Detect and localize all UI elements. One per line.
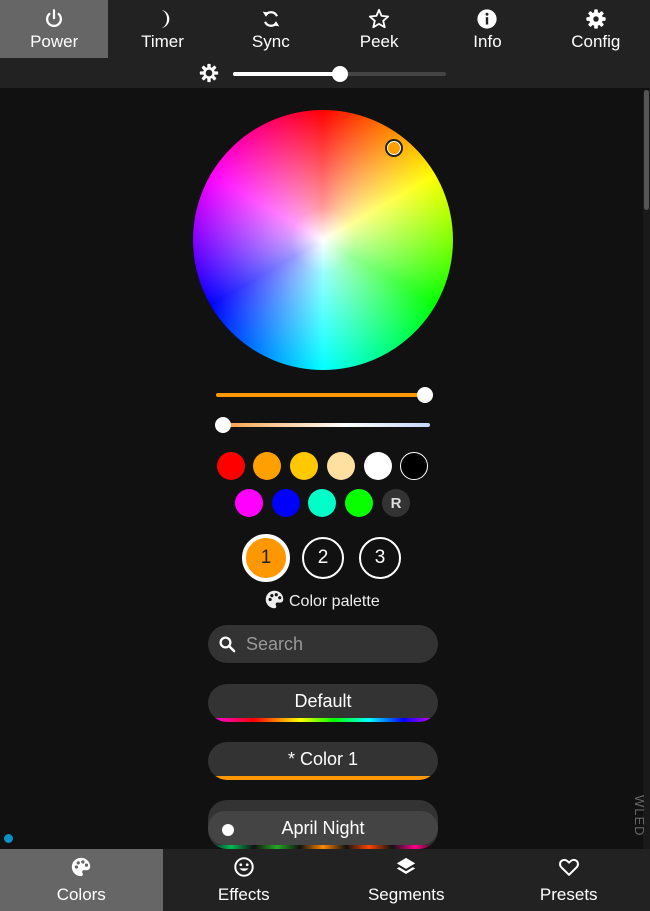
palette-search[interactable]	[208, 625, 438, 663]
palette-item-name: Default	[294, 690, 352, 711]
peek-label: Peek	[359, 31, 399, 51]
top-nav: Power Timer Sync Peek Info Config	[0, 0, 650, 58]
tab-segments-label: Segments	[367, 884, 445, 904]
smiley-icon	[233, 856, 255, 883]
info-icon	[476, 7, 498, 31]
peek-button[interactable]: Peek	[325, 0, 433, 58]
random-color-button[interactable]: R	[382, 489, 410, 517]
timer-button[interactable]: Timer	[108, 0, 216, 58]
tab-presets-label: Presets	[539, 884, 598, 904]
config-button[interactable]: Config	[542, 0, 650, 58]
sync-label: Sync	[251, 31, 290, 51]
search-icon	[218, 635, 236, 653]
brightness-slider-fill	[233, 72, 340, 76]
kelvin-slider-track[interactable]	[216, 423, 430, 427]
bottom-nav: Colors Effects Segments Presets	[0, 849, 650, 911]
quick-color-warm-white[interactable]	[327, 452, 355, 480]
tab-presets[interactable]: Presets	[488, 849, 650, 911]
color-slot-1[interactable]: 1	[242, 534, 290, 582]
tab-colors[interactable]: Colors	[0, 849, 163, 911]
quick-color-black[interactable]	[400, 452, 428, 480]
color-slot-2[interactable]: 2	[302, 537, 344, 579]
brightness-icon	[199, 63, 219, 88]
tab-effects-label: Effects	[217, 884, 270, 904]
quick-color-green[interactable]	[345, 489, 373, 517]
palette-item-april-night[interactable]: April Night	[208, 800, 438, 849]
star-icon	[368, 7, 390, 31]
quick-color-red[interactable]	[217, 452, 245, 480]
info-button[interactable]: Info	[433, 0, 541, 58]
scrollbar-thumb[interactable]	[644, 90, 649, 210]
connection-status-dot	[4, 834, 13, 843]
palette-item-color-1[interactable]: * Color 1	[208, 742, 438, 780]
color-palette-label: Color palette	[289, 593, 380, 610]
sync-icon	[260, 7, 282, 31]
value-slider-thumb[interactable]	[417, 387, 433, 403]
power-button[interactable]: Power	[0, 0, 109, 58]
quick-color-blue[interactable]	[272, 489, 300, 517]
timer-label: Timer	[141, 31, 184, 51]
tab-colors-label: Colors	[56, 884, 106, 904]
palette-preview-bar	[208, 776, 438, 780]
palette-icon	[70, 856, 92, 883]
heart-icon	[558, 856, 580, 883]
config-label: Config	[571, 31, 621, 51]
power-icon	[43, 7, 65, 31]
power-label: Power	[30, 31, 79, 51]
palette-item-name: * Color 1	[287, 748, 359, 769]
brightness-slider-thumb[interactable]	[332, 66, 348, 82]
palette-preview-bar	[208, 718, 438, 722]
layers-icon	[395, 856, 417, 883]
quick-color-orange[interactable]	[253, 452, 281, 480]
wled-brand-label: WLED	[632, 795, 647, 837]
info-label: Info	[473, 31, 502, 51]
quick-color-white[interactable]	[364, 452, 392, 480]
quick-color-magenta[interactable]	[235, 489, 263, 517]
moon-icon	[151, 7, 173, 31]
tab-effects[interactable]: Effects	[163, 849, 326, 911]
value-slider-fill	[216, 393, 430, 397]
kelvin-slider-thumb[interactable]	[215, 417, 231, 433]
color-slot-3[interactable]: 3	[359, 537, 401, 579]
palette-search-input[interactable]	[244, 632, 418, 656]
gear-icon	[585, 7, 607, 31]
quick-color-yellow[interactable]	[290, 452, 318, 480]
color-wheel-handle[interactable]	[385, 139, 403, 157]
quick-color-cyan[interactable]	[308, 489, 336, 517]
color-wheel[interactable]	[193, 110, 453, 370]
tab-segments[interactable]: Segments	[325, 849, 488, 911]
palette-icon	[264, 589, 285, 615]
sync-button[interactable]: Sync	[217, 0, 325, 58]
palette-item-default[interactable]: Default	[208, 684, 438, 722]
palette-item-name: April Night	[281, 817, 365, 838]
color-palette-heading: Color palette	[264, 590, 380, 614]
